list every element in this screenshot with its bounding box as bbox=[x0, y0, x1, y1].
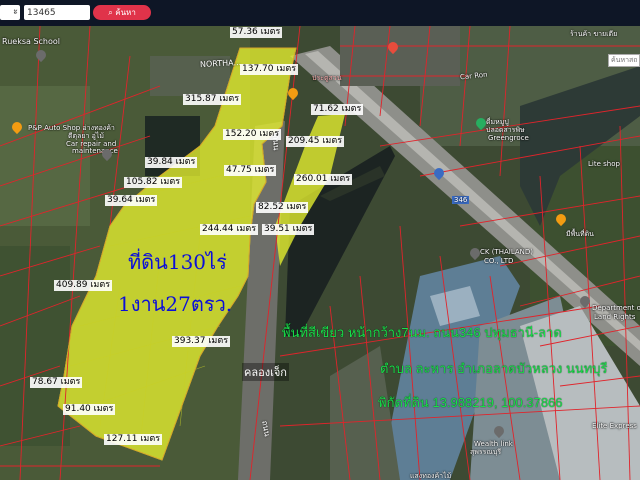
search-icon: ⌕ bbox=[108, 8, 113, 17]
info-line-1: พื้นที่สีเขียว หน้ากว้าง7นม. ถนน346 ปทุม… bbox=[282, 325, 562, 340]
measurement-label: 78.67 เมตร bbox=[30, 377, 83, 388]
poi-label: Lite shop bbox=[588, 160, 620, 168]
measurement-label: 260.01 เมตร bbox=[294, 174, 353, 185]
info-line-3: พิกัดที่ดิน 13.988219, 100.37866 bbox=[378, 395, 563, 410]
poi-label: CO., LTD bbox=[484, 257, 514, 265]
measurement-label: 409.89 เมตร bbox=[54, 280, 113, 291]
poi-label: แสงทองค้าไม้ bbox=[410, 472, 452, 480]
poi-label: Wealth link bbox=[474, 440, 513, 448]
measurement-label: 209.45 เมตร bbox=[286, 136, 345, 147]
search-button-label: ค้นหา bbox=[115, 8, 136, 17]
measurement-label: 39.84 เมตร bbox=[145, 157, 198, 168]
measurement-label: 152.20 เมตร bbox=[223, 129, 282, 140]
poi-label: Rueksa School bbox=[2, 37, 60, 46]
measurement-label: 127.11 เมตร bbox=[104, 434, 163, 445]
poi-label: ตีตุลยา อู่ไม้ bbox=[68, 132, 104, 140]
measurement-label: 57.36 เมตร bbox=[230, 27, 283, 38]
search-type-value: ะ bbox=[13, 7, 18, 17]
poi-label: ปลอดสารพิษ bbox=[486, 126, 525, 134]
search-type-select[interactable]: ะ bbox=[0, 5, 20, 20]
measurement-label: 137.70 เมตร bbox=[240, 64, 299, 75]
land-size-line1: ที่ดิน130ไร่ bbox=[128, 250, 227, 274]
measurement-label: 244.44 เมตร bbox=[200, 224, 259, 235]
measurement-label: 82.52 เมตร bbox=[256, 202, 309, 213]
top-toolbar: ะ ⌕ ค้นหา bbox=[0, 0, 640, 26]
road-label-bottom: ถนน bbox=[260, 419, 272, 438]
poi-label: มีพื้นที่ดิน bbox=[566, 230, 594, 238]
measurement-label: 393.37 เมตร bbox=[172, 336, 231, 347]
poi-label: Department of bbox=[592, 304, 640, 312]
info-line-2: ตำบล ละหาร อำเภอลาดบัวหลวง นนทบุรี bbox=[380, 361, 608, 376]
parcel-search-input[interactable] bbox=[24, 5, 90, 20]
measurement-label: 39.64 เมตร bbox=[105, 195, 158, 206]
search-button[interactable]: ⌕ ค้นหา bbox=[93, 5, 151, 20]
road-code-346: 346 bbox=[452, 196, 470, 204]
canal-label: คลองเจ็ก bbox=[242, 363, 289, 381]
poi-label: ดื่มหมูปู bbox=[486, 118, 509, 126]
measurement-label: 315.87 เมตร bbox=[183, 94, 242, 105]
land-size-line2: 1งาน27ตรว. bbox=[118, 292, 233, 316]
poi-label: P&P Auto Shop อ่างทองค้า bbox=[28, 124, 115, 132]
poi-label: ประตูสวน bbox=[312, 74, 342, 82]
poi-label: สุพรรณบุรี bbox=[470, 448, 502, 456]
map-search-input[interactable] bbox=[608, 54, 640, 67]
poi-label: ร้านค้า ขายเตีย bbox=[570, 30, 618, 38]
measurement-label: 47.75 เมตร bbox=[224, 165, 277, 176]
poi-label: Greengroce bbox=[488, 134, 529, 142]
satellite-map[interactable]: NORTHA... ถนน 346 ถนน Rueksa School P&P … bbox=[0, 26, 640, 480]
measurement-label: 71.62 เมตร bbox=[311, 104, 364, 115]
poi-label: CK (THAILAND) bbox=[480, 248, 534, 256]
measurement-label: 91.40 เมตร bbox=[63, 404, 116, 415]
poi-label: Land Rights bbox=[594, 313, 636, 321]
poi-label: Elite Express bbox=[592, 422, 637, 430]
measurement-label: 39.51 เมตร bbox=[262, 224, 315, 235]
measurement-label: 105.82 เมตร bbox=[124, 177, 183, 188]
